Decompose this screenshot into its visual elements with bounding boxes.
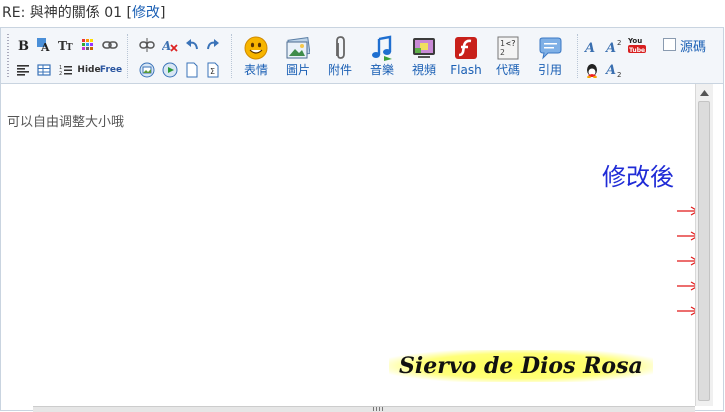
video-button[interactable]: 視頻 <box>404 32 444 80</box>
post-title: RE: 與神的關係 01 <box>2 5 127 21</box>
tv-video-icon <box>413 38 435 58</box>
image-icon <box>286 36 310 59</box>
highlight-icon[interactable]: A <box>35 36 53 54</box>
toolbar-grip <box>7 34 9 78</box>
youtube-icon: You Tube <box>627 37 646 54</box>
svg-text:2: 2 <box>617 39 621 47</box>
speech-bubble-icon <box>539 37 562 60</box>
svg-text:A: A <box>584 41 595 53</box>
subscript-icon[interactable]: A2 <box>605 61 623 79</box>
scrollbar-thumb[interactable] <box>698 101 710 401</box>
quote-label: 引用 <box>537 63 562 77</box>
post-title-bar: RE: 與神的關係 01 [修改] <box>0 0 725 26</box>
formula-icon[interactable]: Σ <box>204 61 222 79</box>
qq-icon[interactable] <box>583 61 601 79</box>
svg-text:Σ: Σ <box>210 67 215 76</box>
code-icon: 1 2 <? <box>497 36 519 60</box>
superscript-icon[interactable]: A2 <box>605 37 623 55</box>
svg-text:A: A <box>162 39 171 52</box>
after-edit-label: 修改後 <box>602 163 674 191</box>
list-icon[interactable]: 12 <box>57 61 75 79</box>
paperclip-icon <box>336 36 345 59</box>
resize-grip[interactable] <box>373 407 383 411</box>
clear-format-icon[interactable]: A <box>161 36 179 54</box>
vertical-scrollbar[interactable] <box>695 84 713 406</box>
svg-text:You: You <box>627 37 642 45</box>
source-label[interactable]: 源碼 <box>680 36 706 55</box>
font-style-icon[interactable]: A <box>583 37 601 55</box>
scroll-up-arrow-icon[interactable] <box>696 84 713 101</box>
svg-text:1: 1 <box>500 39 505 48</box>
rich-text-editor: B A TT A 1 2 Hide Free Σ 表情 圖片 附件 音樂 視頻 … <box>0 27 724 412</box>
align-left-icon[interactable] <box>14 61 32 79</box>
media-insert-icon[interactable] <box>161 61 179 79</box>
svg-text:A: A <box>605 63 616 78</box>
image-button[interactable]: 圖片 <box>278 32 318 80</box>
svg-text:T: T <box>66 43 73 52</box>
editor-content-area[interactable]: 可以自由调整大小哦 修改後 Siervo de Dios Rosa <box>1 84 699 406</box>
editor-toolbar: B A TT A 1 2 Hide Free Σ 表情 圖片 附件 音樂 視頻 … <box>1 28 723 84</box>
toolbar-separator <box>127 34 129 78</box>
svg-text:Tube: Tube <box>629 47 645 54</box>
hide-label: Hide <box>77 65 101 75</box>
music-note-icon <box>372 35 392 61</box>
svg-text:B: B <box>18 39 29 52</box>
undo-icon[interactable] <box>183 36 201 54</box>
edit-link[interactable]: 修改 <box>132 5 160 21</box>
free-label: Free <box>99 65 123 75</box>
hide-button[interactable]: Hide <box>77 61 101 79</box>
redo-icon[interactable] <box>204 36 222 54</box>
bold-icon[interactable]: B <box>14 36 32 54</box>
table-icon[interactable] <box>35 61 53 79</box>
link-icon[interactable] <box>101 36 119 54</box>
font-size-icon[interactable]: TT <box>57 36 75 54</box>
flash-icon <box>455 37 477 59</box>
quote-button[interactable]: 引用 <box>530 32 570 80</box>
resize-handle[interactable] <box>33 406 695 412</box>
flash-button[interactable]: Flash <box>446 32 486 80</box>
image-insert-icon[interactable] <box>138 61 156 79</box>
body-text: 可以自由调整大小哦 <box>7 115 125 130</box>
music-button[interactable]: 音樂 <box>362 32 402 80</box>
svg-text:2: 2 <box>500 48 505 57</box>
toolbar-separator <box>577 34 579 78</box>
attachment-button[interactable]: 附件 <box>320 32 360 80</box>
svg-text:2: 2 <box>617 71 621 78</box>
page-icon[interactable] <box>183 61 201 79</box>
unlink-icon[interactable] <box>138 36 156 54</box>
youtube-button[interactable]: You Tube <box>627 35 647 55</box>
svg-text:<?: <? <box>506 39 516 48</box>
code-button[interactable]: 1 2 <? 代碼 <box>488 32 528 80</box>
edit-bracket-close: ] <box>159 5 166 21</box>
signature: Siervo de Dios Rosa <box>389 350 653 382</box>
svg-text:A: A <box>40 41 50 53</box>
svg-text:A: A <box>605 41 616 53</box>
svg-text:2: 2 <box>59 71 62 76</box>
emoticon-button[interactable]: 表情 <box>236 32 276 80</box>
emoticon-icon <box>244 36 268 60</box>
source-checkbox[interactable] <box>663 38 676 51</box>
free-button[interactable]: Free <box>99 61 123 79</box>
color-grid-icon[interactable] <box>79 36 97 54</box>
